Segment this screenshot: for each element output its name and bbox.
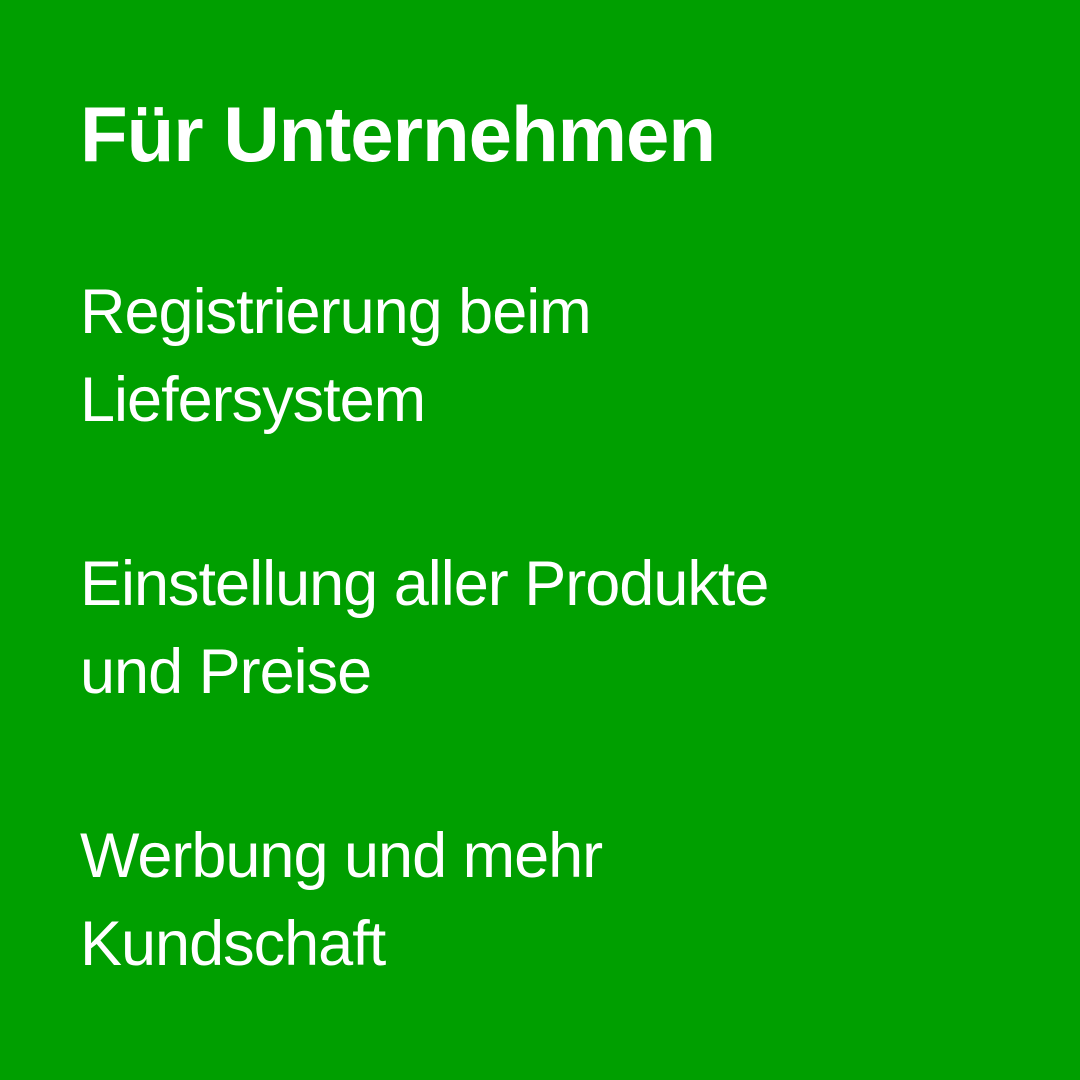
benefit-item-registration: Registrierung beim Liefersystem	[80, 268, 1020, 444]
benefit-item-advertising: Werbung und mehr Kundschaft	[80, 812, 1020, 988]
slide: Für Unternehmen Registrierung beim Liefe…	[0, 0, 1080, 1080]
benefit-line: Kundschaft	[80, 909, 386, 979]
benefit-line: Registrierung beim	[80, 277, 592, 347]
benefit-line: Werbung und mehr	[80, 821, 603, 891]
benefit-item-products: Einstellung aller Produkte und Preise	[80, 540, 1020, 716]
benefit-line: Einstellung aller Produkte	[80, 549, 769, 619]
heading: Für Unternehmen	[80, 90, 716, 178]
benefit-line: Liefersystem	[80, 365, 426, 435]
benefit-line: und Preise	[80, 637, 372, 707]
benefit-list: Registrierung beim Liefersystem Einstell…	[80, 268, 1020, 988]
